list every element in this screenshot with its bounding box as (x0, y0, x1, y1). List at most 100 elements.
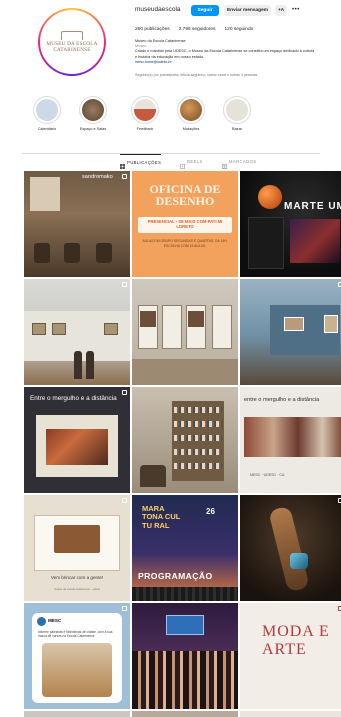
highlight-thumbnail (36, 99, 58, 121)
post-tweet-avatar (37, 617, 46, 626)
tab-marcados[interactable]: MARCADOS (221, 154, 257, 170)
post-photo-books (174, 463, 222, 469)
post-marte-um[interactable]: MARTE UM (240, 171, 341, 277)
post-artwork-strip (244, 417, 341, 457)
more-options-icon[interactable]: ••• (292, 7, 300, 13)
post-photo-person (74, 351, 82, 379)
post-photo-frame (52, 323, 66, 335)
post-user-tag: sandromako (82, 174, 113, 180)
post-poster-details: AULAS EM GRUPO SEGUNDAS E QUARTAS, DA 14… (142, 239, 228, 248)
tab-label: REELS (187, 159, 203, 164)
message-button[interactable]: Enviar mensagem (224, 5, 271, 16)
post-lounge-room[interactable]: sandromako (24, 171, 130, 277)
post-caption-text: Vem brincar com a gente! (50, 575, 104, 580)
post-photo-chair (34, 243, 50, 263)
post-oficina-de-desenho[interactable]: OFICINA DE DESENHO PRESENCIAL - SE MAIS … (132, 171, 238, 277)
post-photo-books (174, 421, 222, 427)
suggest-accounts-button[interactable]: +A (275, 5, 287, 16)
post-poster-program: PROGRAMAÇÃO (138, 571, 213, 581)
highlight-label: Mutações (182, 127, 200, 131)
highlight-label: Espaço e Salas (79, 127, 107, 131)
post-photo-books (174, 449, 222, 455)
highlight-calendario[interactable]: Calendário (30, 96, 64, 131)
tab-label: MARCADOS (229, 159, 257, 164)
post-photo-window (30, 177, 60, 211)
post-photo-books (174, 407, 222, 413)
carousel-icon (122, 390, 127, 395)
post-maratona-cultural[interactable]: MARA TONA CUL TU RAL 26 PROGRAMAÇÃO (132, 495, 238, 601)
post-gallery-visitors[interactable] (24, 279, 130, 385)
post-vem-brincar[interactable]: Vem brincar com a gente! museu da escola… (24, 495, 130, 601)
post-entre-o-mergulho-dark[interactable]: Entre o mergulho e a distância (24, 387, 130, 493)
tab-label: PUBLICAÇÕES (127, 159, 162, 165)
followers-count[interactable]: 2.796 seguidores (179, 27, 216, 32)
post-tweet-photo (42, 643, 112, 697)
followed-by-text[interactable]: Seguido(a) por joanafpoeta, leticia.segu… (135, 73, 325, 77)
post-partial[interactable] (132, 711, 238, 717)
highlight-espaco-e-salas[interactable]: Espaço e Salas (76, 96, 110, 131)
highlight-label: Bazar (232, 127, 242, 131)
post-photo-crowd (132, 587, 238, 601)
post-photo-shelf (172, 401, 224, 481)
post-moda-e-arte[interactable]: MODA E ARTE (240, 603, 341, 709)
profile-stats: 260 publicações 2.796 seguidores 120 seg… (135, 27, 253, 32)
profile-header: MUSEU DA ESCOLA CATARINENSE museudaescol… (0, 0, 341, 90)
post-blue-gallery[interactable] (240, 279, 341, 385)
post-bookshelf[interactable] (132, 387, 238, 493)
highlight-thumbnail (180, 99, 202, 121)
post-photo-chair (64, 243, 80, 263)
post-sponsor-logos: MESC · UDESC · CA (250, 473, 285, 477)
post-photo-frame (32, 323, 46, 335)
post-entre-o-mergulho-light[interactable]: entre o mergulho e a distância MESC · UD… (240, 387, 341, 493)
post-photo-image (188, 311, 204, 327)
post-photo-frame (284, 317, 304, 331)
post-photo-panel (212, 305, 232, 349)
post-artwork-image (46, 429, 108, 465)
follow-button[interactable]: Seguir (191, 5, 219, 16)
highlight-thumbnail (134, 99, 156, 121)
post-photo-frame (104, 323, 118, 335)
post-group-photo[interactable] (132, 603, 238, 709)
post-poster-band-text: PRESENCIAL - SE MAIS COM PATI MI LORETO (147, 219, 223, 230)
tagged-icon (221, 160, 228, 169)
post-poster-title: MARA TONA CUL TU RAL (142, 504, 181, 530)
post-photo-person (86, 351, 94, 379)
post-poster-title: MARTE UM (284, 201, 341, 212)
post-tweet-card[interactable]: MESC Informe palestras e bibliotecas de … (24, 603, 130, 709)
post-poster-title: entre o mergulho e a distância (244, 397, 320, 403)
post-poster-date: 26 (206, 507, 215, 516)
highlight-thumbnail (226, 99, 248, 121)
post-tweet-text: Informe palestras e bibliotecas de cidad… (38, 630, 113, 639)
post-partial[interactable] (24, 711, 130, 717)
tab-reels[interactable]: REELS (179, 154, 203, 170)
profile-avatar[interactable]: MUSEU DA ESCOLA CATARINENSE (38, 8, 106, 76)
post-photo-books (174, 435, 222, 441)
profile-tabs: PUBLICAÇÕES REELS MARCADOS (22, 154, 320, 170)
profile-username: museudaescola (135, 6, 181, 13)
post-photo-frame (324, 315, 338, 333)
tab-publicacoes[interactable]: PUBLICAÇÕES (119, 154, 162, 170)
post-photo-image (140, 311, 156, 327)
post-photo-chair (140, 465, 166, 487)
post-planet-graphic (258, 185, 282, 209)
highlight-feedback[interactable]: Feedback (128, 96, 162, 131)
bio-link[interactable]: mesc.fcme@udesc.br (135, 60, 315, 65)
post-poster-title: Entre o mergulho e a distância (30, 395, 117, 402)
story-highlights: Calendário Espaço e Salas Feedback Mutaç… (30, 96, 320, 138)
post-photo-floor (132, 359, 238, 385)
post-film-still (290, 219, 340, 263)
bio-text: Criado e mantido pela UDESC, o Museu da … (135, 49, 315, 59)
carousel-icon (122, 606, 127, 611)
post-exhibit-panels[interactable] (132, 279, 238, 385)
post-tweet-handle: MESC (48, 618, 62, 623)
highlight-bazar[interactable]: Bazar (220, 96, 254, 131)
posts-count: 260 publicações (135, 27, 170, 32)
post-photo-people (132, 651, 238, 709)
reels-icon (179, 160, 186, 169)
highlight-mutacoes[interactable]: Mutações (174, 96, 208, 131)
post-poster-title: OFICINA DE DESENHO (149, 182, 221, 208)
post-hand-sculpture[interactable] (240, 495, 341, 601)
following-count[interactable]: 120 seguindo (224, 27, 253, 32)
avatar-logo-line-2: CATARINENSE (53, 47, 91, 53)
post-partial[interactable] (240, 711, 341, 717)
